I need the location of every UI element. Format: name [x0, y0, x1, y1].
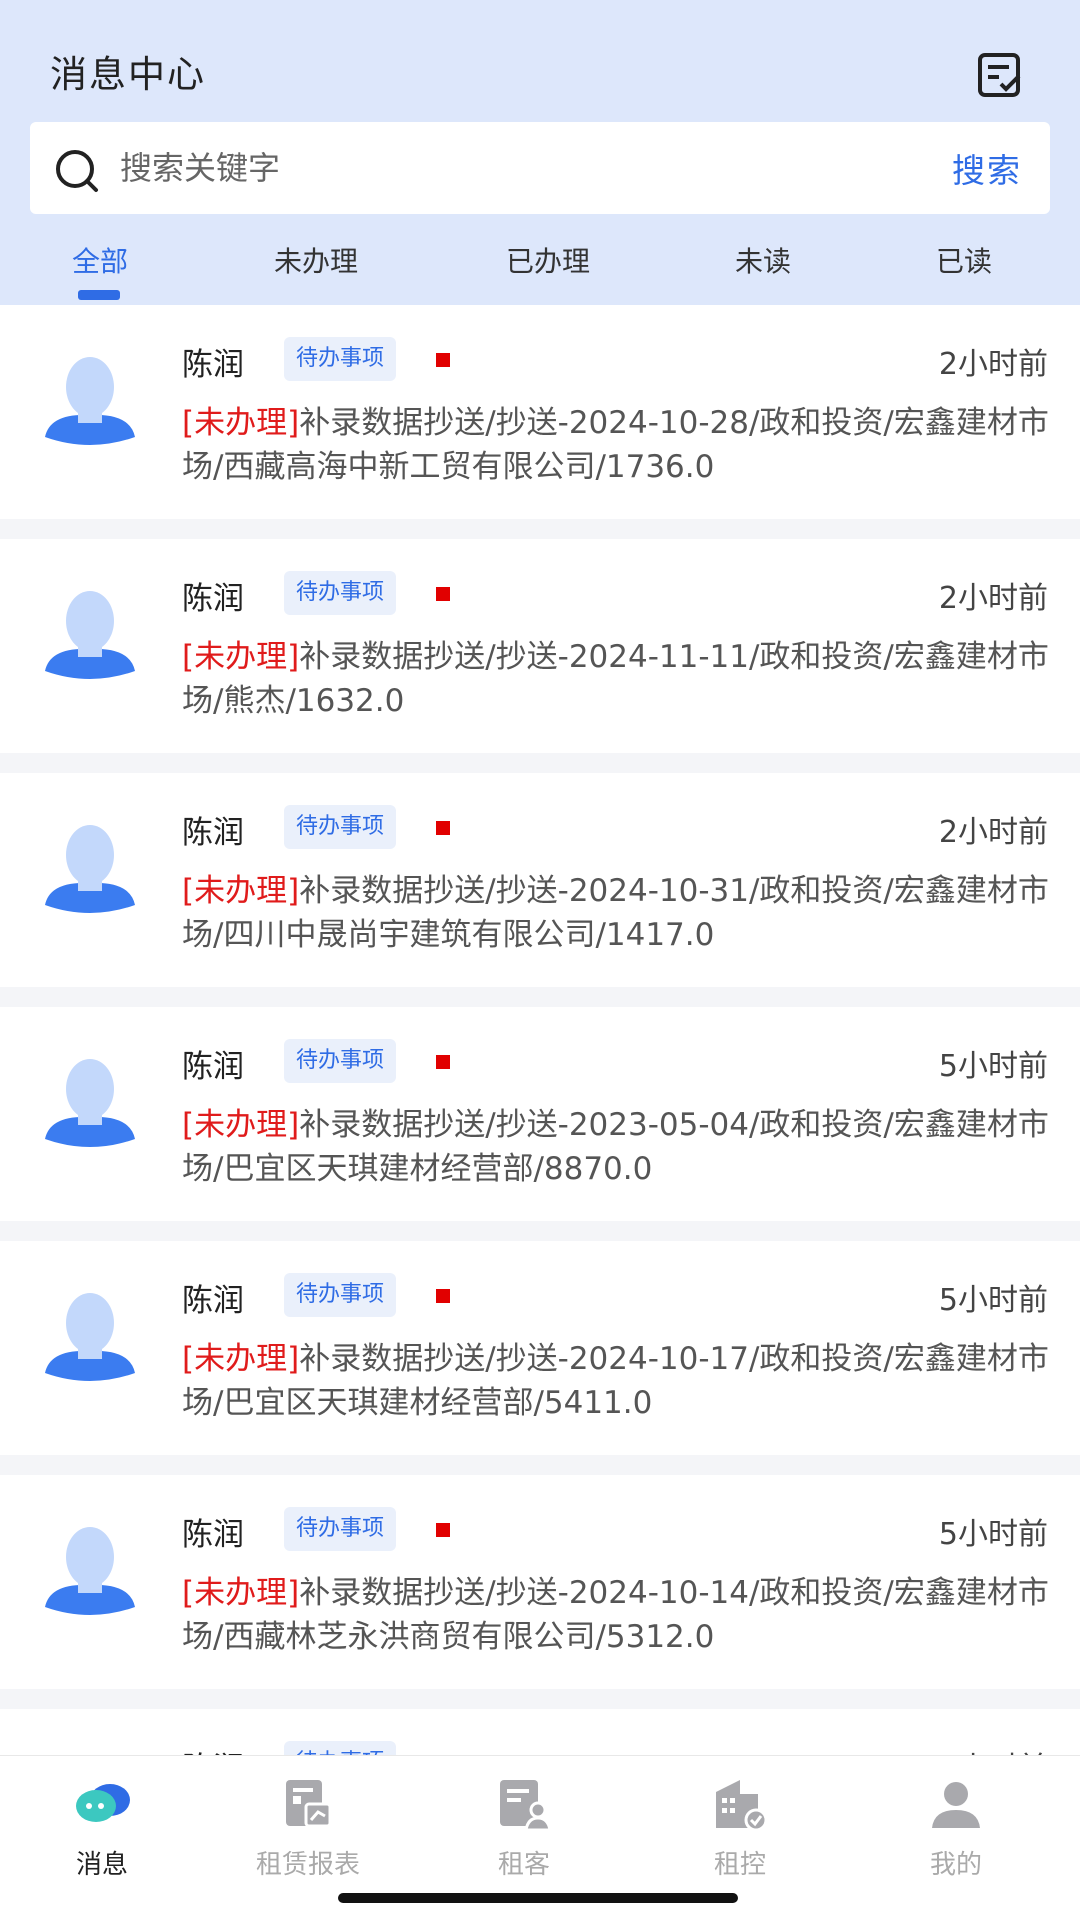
status-tag: [未办理] — [182, 1107, 300, 1143]
tab-all[interactable]: 全部 — [72, 240, 128, 280]
list-item[interactable]: 陈润 待办事项 5小时前 [未办理]补录数据抄送/抄送-2023-05-04/政… — [0, 1007, 1080, 1221]
sender-name: 陈润 — [182, 347, 244, 383]
message-content: [未办理]补录数据抄送/抄送-2024-10-14/政和投资/宏鑫建材市场/西藏… — [182, 1571, 1052, 1659]
nav-label: 租客 — [497, 1850, 550, 1880]
sender-name: 陈润 — [182, 1743, 244, 1755]
avatar-icon — [45, 591, 135, 679]
search-input[interactable] — [120, 122, 920, 214]
list-item[interactable]: 陈润 待办事项 2小时前 [未办理]补录数据抄送/抄送-2024-11-11/政… — [0, 539, 1080, 753]
avatar-icon — [45, 357, 135, 445]
sender-name: 陈润 — [182, 1283, 244, 1319]
avatar-icon — [45, 1527, 135, 1615]
message-text: 补录数据抄送/抄送-2024-10-14/政和投资/宏鑫建材市场/西藏林芝永洪商… — [182, 1575, 1049, 1655]
nav-messages[interactable]: 消息 — [22, 1774, 182, 1881]
message-text: 补录数据抄送/抄送-2024-10-31/政和投资/宏鑫建材市场/四川中晟尚宇建… — [182, 873, 1049, 953]
message-time: 5小时前 — [939, 1743, 1048, 1755]
tab-unread[interactable]: 未读 — [735, 240, 791, 280]
todo-badge: 待办事项 — [284, 805, 397, 849]
list-item[interactable]: 陈润 待办事项 5小时前 [未办理]补录数据抄送/抄送-2024-10-14/政… — [0, 1475, 1080, 1689]
nav-label: 租赁报表 — [255, 1850, 360, 1880]
status-tag: [未办理] — [182, 639, 300, 675]
search-button[interactable]: 搜索 — [952, 144, 1022, 192]
unread-dot — [436, 353, 450, 367]
sender-name: 陈润 — [182, 815, 244, 851]
message-time: 2小时前 — [938, 581, 1048, 616]
active-tab-indicator — [78, 290, 120, 300]
nav-profile[interactable]: 我的 — [876, 1774, 1036, 1881]
unread-dot — [436, 1289, 450, 1303]
building-icon — [716, 1780, 768, 1832]
tab-read[interactable]: 已读 — [936, 240, 992, 280]
todo-badge: 待办事项 — [284, 571, 397, 615]
search-icon — [56, 150, 98, 192]
list-item[interactable]: 陈润 待办事项 2小时前 [未办理]补录数据抄送/抄送-2024-10-31/政… — [0, 773, 1080, 987]
tab-unprocessed[interactable]: 未办理 — [274, 240, 358, 280]
nav-lease-report[interactable]: 租赁报表 — [228, 1774, 388, 1881]
nav-label: 消息 — [75, 1850, 128, 1880]
unread-dot — [436, 1055, 450, 1069]
message-content: [未办理]补录数据抄送/抄送-2024-10-31/政和投资/宏鑫建材市场/四川… — [182, 869, 1052, 957]
profile-icon — [932, 1782, 980, 1828]
message-time: 5小时前 — [938, 1049, 1048, 1084]
status-tag: [未办理] — [182, 1575, 300, 1611]
todo-badge: 待办事项 — [284, 1273, 397, 1317]
avatar-icon — [45, 825, 135, 913]
message-time: 2小时前 — [938, 347, 1048, 382]
tenant-icon — [500, 1780, 552, 1832]
list-item[interactable]: 陈润 待办事项 5小时前 [未办理]补录数据抄送/抄送-2024-10-17/政… — [0, 1241, 1080, 1455]
list-item[interactable]: 陈润 待办事项 5小时前 — [0, 1709, 1080, 1755]
filter-tabs: 全部 未办理 已办理 未读 已读 — [0, 240, 1080, 305]
todo-badge: 待办事项 — [284, 1507, 397, 1551]
report-icon — [286, 1780, 332, 1828]
nav-tenants[interactable]: 租客 — [444, 1774, 604, 1881]
todo-badge: 待办事项 — [284, 1741, 397, 1755]
status-tag: [未办理] — [182, 873, 300, 909]
unread-dot — [436, 821, 450, 835]
sender-name: 陈润 — [182, 1517, 244, 1553]
message-content: [未办理]补录数据抄送/抄送-2023-05-04/政和投资/宏鑫建材市场/巴宜… — [182, 1103, 1052, 1191]
home-indicator — [338, 1893, 738, 1903]
message-time: 5小时前 — [938, 1283, 1048, 1318]
message-icon — [76, 1784, 130, 1822]
todo-badge: 待办事项 — [284, 1039, 397, 1083]
status-tag: [未办理] — [182, 1341, 300, 1377]
status-tag: [未办理] — [182, 405, 300, 441]
tab-processed[interactable]: 已办理 — [506, 240, 590, 280]
list-item[interactable]: 陈润 待办事项 2小时前 [未办理]补录数据抄送/抄送-2024-10-28/政… — [0, 305, 1080, 519]
message-content: [未办理]补录数据抄送/抄送-2024-11-11/政和投资/宏鑫建材市场/熊杰… — [182, 635, 1052, 723]
message-text: 补录数据抄送/抄送-2024-11-11/政和投资/宏鑫建材市场/熊杰/1632… — [182, 639, 1049, 719]
unread-dot — [436, 1523, 450, 1537]
sender-name: 陈润 — [182, 581, 244, 617]
unread-dot — [436, 587, 450, 601]
message-content: [未办理]补录数据抄送/抄送-2024-10-28/政和投资/宏鑫建材市场/西藏… — [182, 401, 1052, 489]
message-time: 5小时前 — [938, 1517, 1048, 1552]
page-title: 消息中心 — [50, 53, 206, 96]
message-text: 补录数据抄送/抄送-2024-10-17/政和投资/宏鑫建材市场/巴宜区天琪建材… — [182, 1341, 1049, 1421]
nav-rental-control[interactable]: 租控 — [660, 1774, 820, 1881]
message-content: [未办理]补录数据抄送/抄送-2024-10-17/政和投资/宏鑫建材市场/巴宜… — [182, 1337, 1052, 1425]
message-text: 补录数据抄送/抄送-2024-10-28/政和投资/宏鑫建材市场/西藏高海中新工… — [182, 405, 1049, 485]
todo-badge: 待办事项 — [284, 337, 397, 381]
message-list: 陈润 待办事项 2小时前 [未办理]补录数据抄送/抄送-2024-10-28/政… — [0, 305, 1080, 1755]
message-time: 2小时前 — [938, 815, 1048, 850]
search-bar: 搜索 — [30, 122, 1050, 214]
nav-label: 我的 — [929, 1850, 982, 1880]
message-text: 补录数据抄送/抄送-2023-05-04/政和投资/宏鑫建材市场/巴宜区天琪建材… — [182, 1107, 1049, 1187]
avatar-icon — [45, 1059, 135, 1147]
avatar-icon — [45, 1293, 135, 1381]
nav-label: 租控 — [713, 1850, 766, 1880]
sender-name: 陈润 — [182, 1049, 244, 1085]
task-list-icon[interactable] — [975, 50, 1025, 100]
